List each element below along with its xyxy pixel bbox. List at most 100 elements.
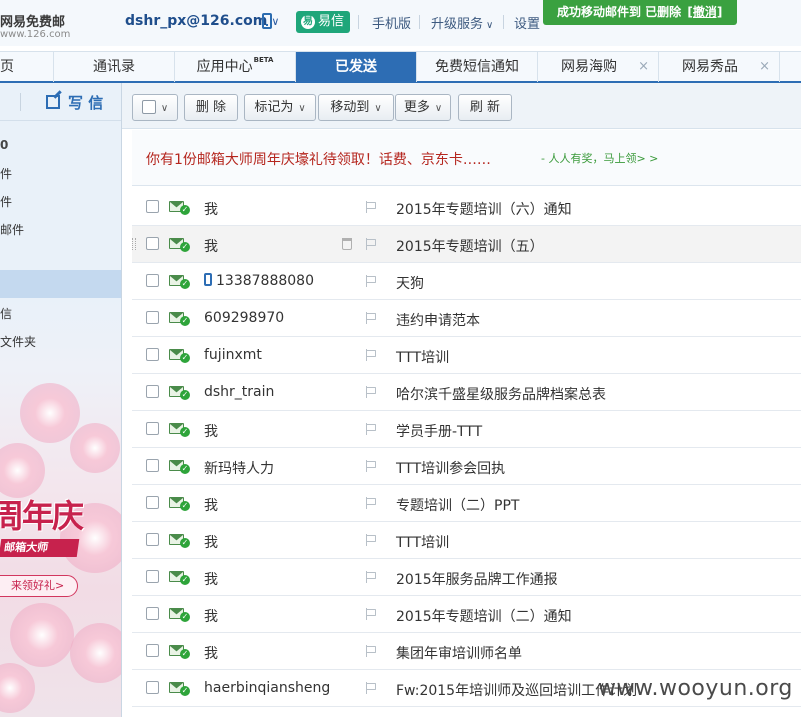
mail-row[interactable]: ✓ 13387888080 天狗 [132,263,801,300]
beta-badge: BETA [253,56,274,64]
mail-subject[interactable]: 2015年专题培训（二）通知 [396,606,572,626]
row-checkbox[interactable] [146,644,159,657]
mail-subject[interactable]: TTT培训 [396,532,449,552]
more-dropdown[interactable]: 更多 ∨ [395,94,451,121]
mail-row[interactable]: ✓ 我 2015年专题培训（二）通知 [132,596,801,633]
row-checkbox[interactable] [146,200,159,213]
flag-icon[interactable] [365,312,377,324]
row-checkbox[interactable] [146,274,159,287]
mail-subject[interactable]: 违约申请范本 [396,310,480,330]
row-checkbox[interactable] [146,533,159,546]
flag-icon[interactable] [365,275,377,287]
mail-from: 我 [204,202,218,218]
flag-icon[interactable] [365,497,377,509]
tab-label: 应用中心 [196,59,253,75]
sidebar-item-junk[interactable]: 信 [0,305,12,322]
trash-icon[interactable] [342,238,352,250]
mail-subject[interactable]: 天狗 [396,273,424,293]
delete-button[interactable]: 删 除 [184,94,238,121]
claim-gift-button[interactable]: 来领好礼> [0,575,78,597]
row-checkbox[interactable] [146,385,159,398]
account-menu[interactable]: dshr_px@126.com ∨ [125,13,279,29]
mail-subject[interactable]: 2015年服务品牌工作通报 [396,569,558,589]
mail-subject[interactable]: 集团年审培训师名单 [396,643,522,663]
mail-row[interactable]: ✓ dshr_train 哈尔滨千盛星级服务品牌档案总表 [132,374,801,411]
flag-icon[interactable] [365,386,377,398]
row-checkbox[interactable] [146,422,159,435]
undo-link[interactable]: [撤消] [687,5,722,19]
tab-sent[interactable]: 已发送 [296,52,417,82]
flag-icon[interactable] [365,238,377,250]
mobile-phone-icon [204,273,212,286]
sidebar-item-inbox-count[interactable]: 0 [0,138,8,152]
row-checkbox[interactable] [146,607,159,620]
mail-row[interactable]: ✓ 新玛特人力 TTT培训参会回执 [132,448,801,485]
sidebar-item-drafts[interactable]: 件 [0,193,12,210]
promo-banner-link[interactable]: - 人人有奖，马上领> > [541,150,658,166]
row-checkbox[interactable] [146,237,159,250]
flag-icon[interactable] [365,201,377,213]
select-all-checkbox[interactable] [141,100,156,114]
close-icon[interactable]: × [759,52,770,82]
mail-subject[interactable]: 哈尔滨千盛星级服务品牌档案总表 [396,384,606,404]
mobile-phone-icon[interactable] [262,13,272,29]
mail-row[interactable]: ✓ 我 集团年审培训师名单 [132,633,801,670]
mail-subject[interactable]: TTT培训参会回执 [396,458,505,478]
mail-row[interactable]: ✓ 609298970 违约申请范本 [132,300,801,337]
flag-icon[interactable] [365,645,377,657]
refresh-button[interactable]: 刷 新 [458,94,512,121]
drag-handle-icon[interactable] [132,238,136,250]
row-checkbox[interactable] [146,311,159,324]
flag-icon[interactable] [365,682,377,694]
tab-home[interactable]: 页 [0,52,54,82]
mobile-version-link[interactable]: 手机版 [372,13,411,32]
row-checkbox[interactable] [146,681,159,694]
row-checkbox[interactable] [146,496,159,509]
mail-row[interactable]: ✓ fujinxmt TTT培训 [132,337,801,374]
tab-netease-xiupin[interactable]: 网易秀品 × [659,52,780,82]
mark-as-label: 标记为 [254,100,294,115]
write-mail-button[interactable]: 写 信 [46,92,103,113]
mail-subject[interactable]: 2015年专题培训（五） [396,236,544,256]
row-checkbox[interactable] [146,348,159,361]
mail-row[interactable]: ✓ 我 专题培训（二）PPT [132,485,801,522]
sidebar-item-sent-selected[interactable] [0,270,121,298]
mail-subject[interactable]: 专题培训（二）PPT [396,495,519,515]
sidebar-item-deleted[interactable]: 邮件 [0,221,24,238]
flag-icon[interactable] [365,349,377,361]
flag-icon[interactable] [365,534,377,546]
tab-app-center[interactable]: 应用中心BETA [175,52,296,82]
flag-icon[interactable] [365,460,377,472]
mail-row[interactable]: ✓ 我 学员手册-TTT [132,411,801,448]
mark-as-dropdown[interactable]: 标记为 ∨ [244,94,316,121]
brand-name[interactable]: 网易免费邮 [0,11,65,30]
flag-icon[interactable] [365,608,377,620]
row-checkbox[interactable] [146,459,159,472]
sidebar-item-flagged[interactable]: 件 [0,165,12,182]
sidebar-item-other-folders[interactable]: 文件夹 [0,333,36,350]
mail-row[interactable]: ✓ 我 2015年服务品牌工作通报 [132,559,801,596]
mail-subject[interactable]: 2015年专题培训（六）通知 [396,199,572,219]
tab-netease-haigou[interactable]: 网易海购 × [538,52,659,82]
anniversary-promo-title[interactable]: 周年庆 [0,491,84,537]
upgrade-service-menu[interactable]: 升级服务 ∨ [431,13,493,32]
yixin-button[interactable]: 易 易信 [296,11,350,33]
tab-label: 免费短信通知 [435,59,519,75]
promo-banner-text[interactable]: 你有1份邮箱大师周年庆壕礼待领取！话费、京东卡…… [146,149,491,169]
tab-free-sms[interactable]: 免费短信通知 [417,52,538,82]
settings-menu[interactable]: 设置 [514,13,540,32]
move-to-dropdown[interactable]: 移动到 ∨ [318,94,394,121]
mail-row[interactable]: ✓ 我 TTT培训 [132,522,801,559]
mail-row[interactable]: ✓ 我 2015年专题培训（六）通知 [132,189,801,226]
tab-contacts[interactable]: 通讯录 [54,52,175,82]
row-checkbox[interactable] [146,570,159,583]
select-all-dropdown[interactable]: ∨ [132,94,178,121]
mail-row[interactable]: ✓ 我 2015年专题培训（五） [132,226,801,263]
promo-banner[interactable]: 你有1份邮箱大师周年庆壕礼待领取！话费、京东卡…… - 人人有奖，马上领> > [132,130,801,186]
mail-subject[interactable]: TTT培训 [396,347,449,367]
flag-icon[interactable] [365,571,377,583]
mail-from: 13387888080 [204,273,314,289]
close-icon[interactable]: × [638,52,649,82]
mail-subject[interactable]: 学员手册-TTT [396,421,482,441]
flag-icon[interactable] [365,423,377,435]
